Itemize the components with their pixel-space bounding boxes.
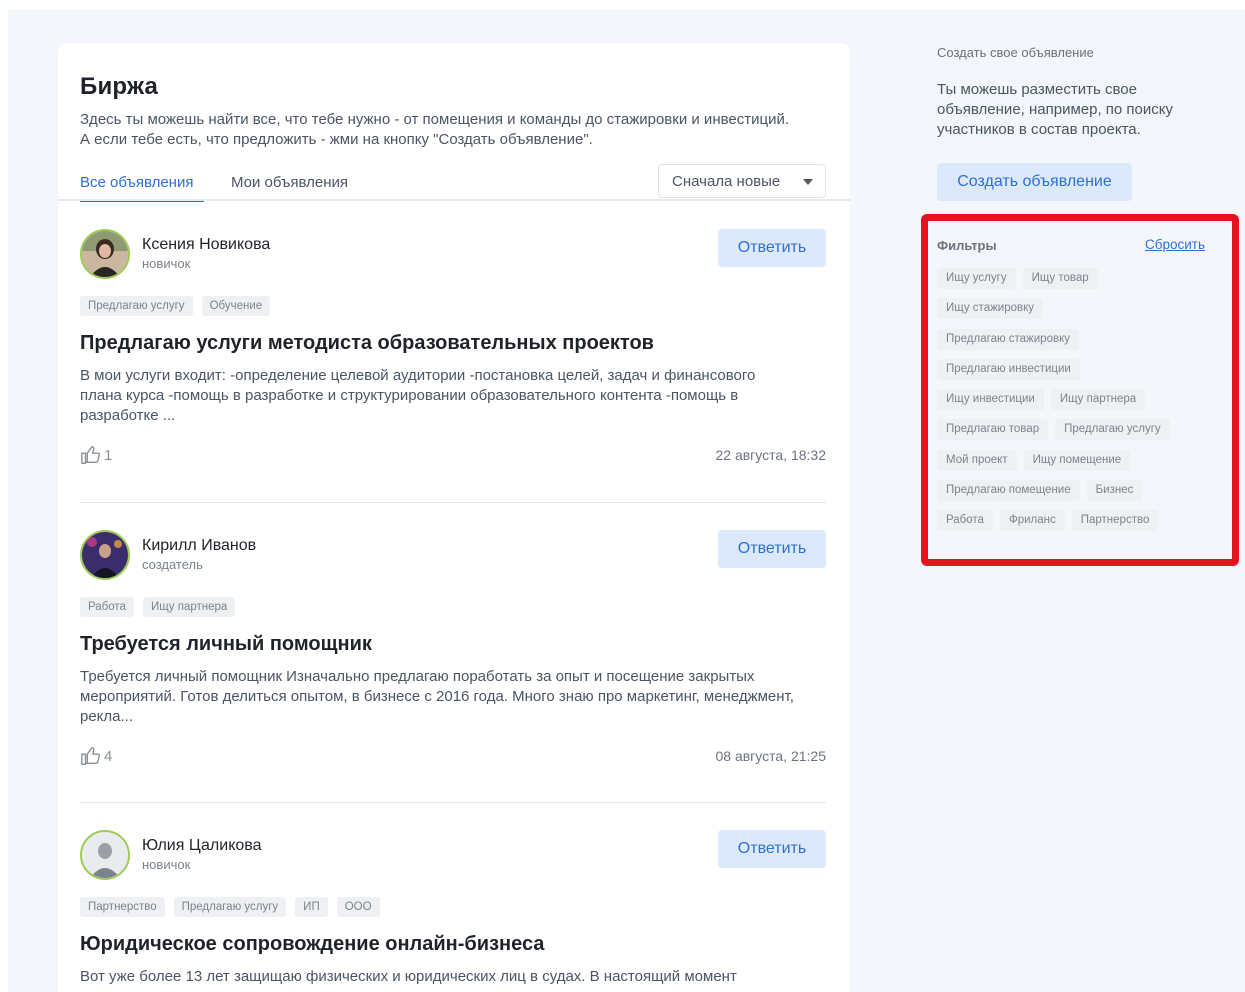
filter-tag[interactable]: Мой проект	[937, 449, 1017, 471]
post-tag[interactable]: Работа	[80, 597, 134, 617]
tabs-row: Все объявления Мои объявления Сначала но…	[80, 160, 828, 204]
post-divider	[80, 502, 826, 503]
thumbs-up-icon[interactable]	[80, 745, 102, 767]
avatar-placeholder-icon	[82, 832, 128, 878]
filters-reset-link[interactable]: Сбросить	[1145, 237, 1205, 252]
filter-tag[interactable]: Предлагаю помещение	[937, 480, 1080, 502]
reply-button[interactable]: Ответить	[718, 830, 826, 868]
reply-button[interactable]: Ответить	[718, 229, 826, 267]
filter-tag[interactable]: Предлагаю инвестиции	[937, 358, 1080, 380]
filters-list: Ищу услугу Ищу товар Ищу стажировку Предл…	[937, 268, 1227, 541]
tab-my-ads[interactable]: Мои объявления	[231, 174, 348, 191]
filter-tag[interactable]: Предлагаю стажировку	[937, 328, 1079, 350]
ad-post: Ксения Новикова новичок Ответить Предлаг…	[80, 229, 826, 479]
post-tag[interactable]: ИП	[295, 897, 328, 917]
create-ad-heading: Создать свое объявление	[937, 45, 1094, 60]
post-tag[interactable]: ООО	[336, 897, 380, 917]
author-name[interactable]: Кирилл Иванов	[142, 537, 256, 555]
post-title[interactable]: Требуется личный помощник	[80, 633, 372, 656]
filter-row: Предлагаю товар Предлагаю услугу	[937, 419, 1227, 449]
post-text: Требуется личный помощник Изначально пре…	[80, 668, 794, 725]
filter-row: Ищу стажировку	[937, 298, 1227, 328]
filter-tag[interactable]: Партнерство	[1071, 510, 1159, 532]
like-count: 1	[104, 447, 113, 464]
post-title[interactable]: Предлагаю услуги методиста образовательн…	[80, 332, 654, 355]
avatar[interactable]	[80, 530, 130, 580]
tab-all-ads[interactable]: Все объявления	[80, 174, 193, 191]
filter-tag[interactable]: Работа	[937, 510, 993, 532]
header-divider	[58, 199, 850, 201]
avatar-photo-icon	[82, 532, 128, 578]
filters-title: Фильтры	[937, 238, 997, 253]
filter-tag[interactable]: Бизнес	[1086, 480, 1143, 502]
page-description: Здесь ты можешь найти все, что тебе нужн…	[80, 111, 790, 148]
post-text: Вот уже более 13 лет защищаю физических …	[80, 968, 737, 985]
post-tags: Предлагаю услугу Обучение	[80, 296, 279, 316]
author-role: новичок	[142, 857, 191, 872]
filter-tag[interactable]: Фриланс	[999, 510, 1065, 532]
filter-tag[interactable]: Ищу инвестиции	[937, 389, 1044, 411]
filter-tag[interactable]: Предлагаю товар	[937, 419, 1049, 441]
like-count: 4	[104, 748, 113, 765]
post-tag[interactable]: Предлагаю услугу	[80, 296, 193, 316]
post-tags: Партнерство Предлагаю услугу ИП ООО	[80, 897, 389, 917]
avatar-photo-icon	[82, 231, 128, 277]
create-ad-description: Ты можешь разместить свое объявление, на…	[937, 81, 1174, 138]
exchange-card: Биржа Здесь ты можешь найти все, что теб…	[58, 43, 850, 992]
author-name[interactable]: Юлия Цаликова	[142, 837, 261, 855]
filter-row: Предлагаю инвестиции	[937, 358, 1227, 389]
post-text: В мои услуги входит: -определение целево…	[80, 367, 756, 424]
avatar[interactable]	[80, 229, 130, 279]
post-tags: Работа Ищу партнера	[80, 597, 244, 617]
chevron-down-icon	[803, 179, 813, 185]
post-date: 08 августа, 21:25	[715, 748, 827, 764]
card-header: Биржа Здесь ты можешь найти все, что теб…	[58, 43, 850, 204]
post-tag[interactable]: Предлагаю услугу	[173, 897, 287, 917]
post-tag[interactable]: Обучение	[201, 296, 271, 316]
filter-row: Предлагаю стажировку	[937, 328, 1227, 359]
ad-post: Кирилл Иванов создатель Ответить Работа И…	[80, 530, 826, 780]
filter-tag[interactable]: Предлагаю услугу	[1055, 419, 1170, 441]
reply-button[interactable]: Ответить	[718, 530, 826, 568]
post-divider	[80, 802, 826, 803]
thumbs-up-icon[interactable]	[80, 444, 102, 466]
avatar[interactable]	[80, 830, 130, 880]
post-tag[interactable]: Партнерство	[80, 897, 165, 917]
filter-row: Работа Фриланс Партнерство	[937, 510, 1227, 540]
filter-tag[interactable]: Ищу помещение	[1023, 449, 1131, 471]
filter-row: Ищу услугу Ищу товар	[937, 268, 1227, 298]
filter-tag[interactable]: Ищу стажировку	[937, 298, 1044, 320]
author-name[interactable]: Ксения Новикова	[142, 236, 270, 254]
post-date: 22 августа, 18:32	[715, 447, 827, 463]
filter-row: Мой проект Ищу помещение	[937, 449, 1227, 480]
post-title[interactable]: Юридическое сопровождение онлайн-бизнеса	[80, 933, 544, 956]
filter-tag[interactable]: Ищу услугу	[937, 268, 1016, 289]
filter-row: Ищу инвестиции Ищу партнера	[937, 389, 1227, 419]
filter-tag[interactable]: Ищу товар	[1022, 268, 1098, 289]
create-ad-button[interactable]: Создать объявление	[937, 163, 1132, 201]
filter-row: Предлагаю помещение Бизнес	[937, 480, 1227, 510]
page-title: Биржа	[80, 73, 159, 100]
author-role: создатель	[142, 557, 203, 572]
post-tag[interactable]: Ищу партнера	[142, 597, 236, 617]
ad-post: Юлия Цаликова новичок Ответить Партнерст…	[80, 830, 826, 992]
sort-dropdown[interactable]: Сначала новые	[658, 164, 826, 198]
filter-tag[interactable]: Ищу партнера	[1050, 389, 1146, 411]
author-role: новичок	[142, 256, 191, 271]
sort-dropdown-value: Сначала новые	[672, 173, 781, 190]
